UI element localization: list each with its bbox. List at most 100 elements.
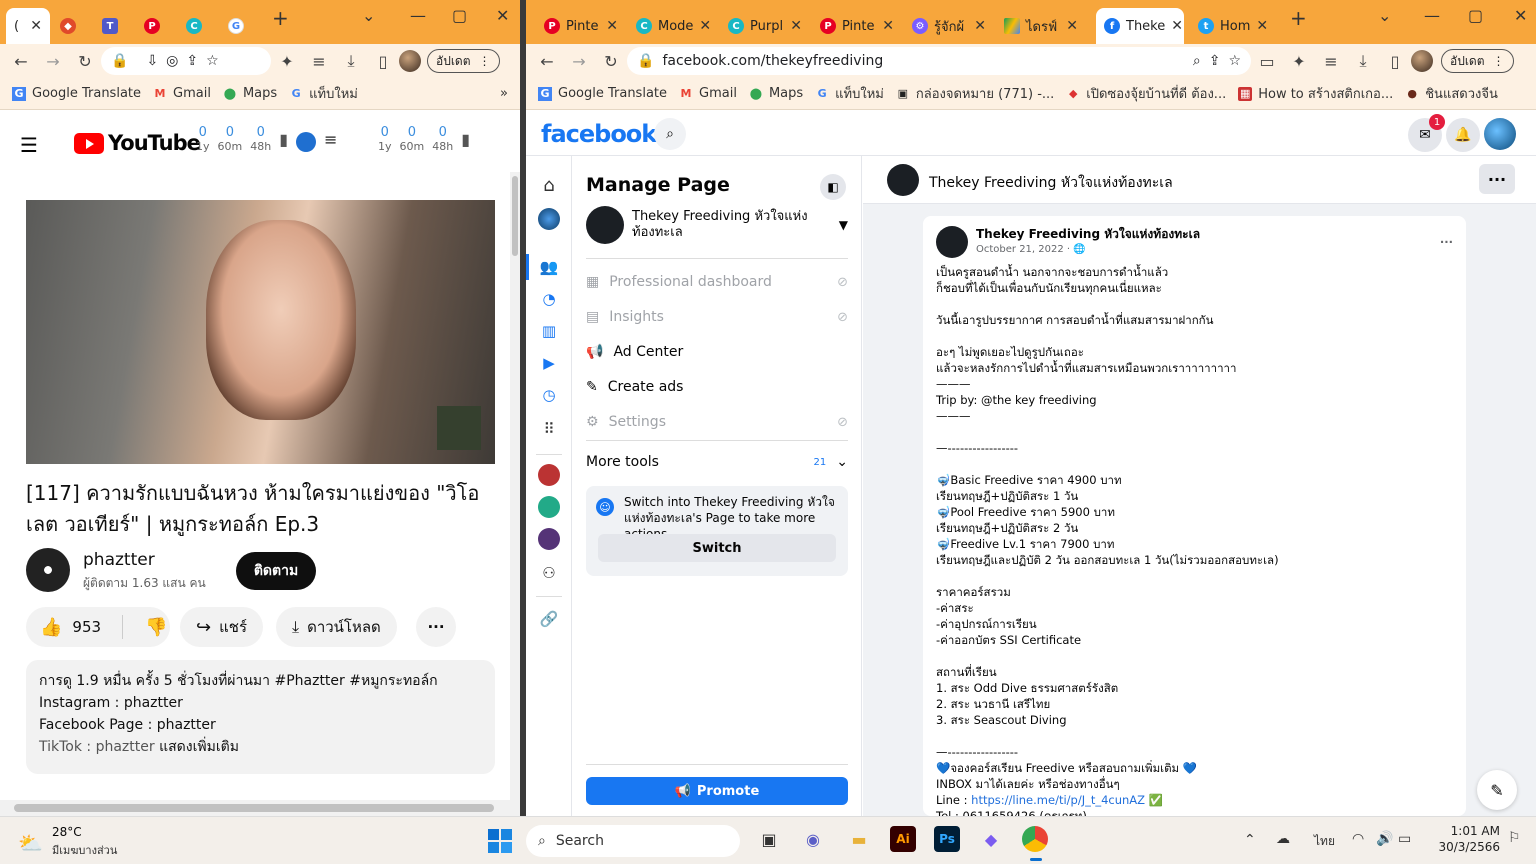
- stats-widget-a[interactable]: 0 1y 0 60m 0 48h ▮ ≡: [196, 126, 337, 154]
- page-more-button[interactable]: ···: [1479, 164, 1515, 194]
- promote-button[interactable]: 📢 Promote: [586, 777, 848, 805]
- gaming-icon[interactable]: ◔: [538, 288, 560, 310]
- reload-icon[interactable]: ↻: [74, 50, 96, 72]
- extension-icon[interactable]: ▭: [1256, 50, 1278, 72]
- group-avatar[interactable]: [538, 464, 560, 486]
- video-description[interactable]: การดู 1.9 หมื่น ครั้ง 5 ชั่วโมงที่ผ่านมา…: [26, 660, 495, 774]
- hamburger-menu-icon[interactable]: ☰: [20, 133, 38, 157]
- tab[interactable]: P Pinte ✕: [536, 8, 626, 44]
- switch-button[interactable]: Switch: [598, 534, 836, 562]
- tab-active[interactable]: (✕: [6, 8, 50, 44]
- more-tools-toggle[interactable]: More tools 21 ⌄: [586, 454, 848, 470]
- maximize-button[interactable]: ▢: [452, 6, 467, 25]
- clock-icon[interactable]: ◷: [538, 384, 560, 406]
- post-date[interactable]: October 21, 2022 ·: [976, 244, 1073, 255]
- tab[interactable]: ◆: [52, 8, 92, 44]
- new-tab-button[interactable]: +: [272, 6, 289, 30]
- group-avatar[interactable]: [538, 496, 560, 518]
- reading-list-icon[interactable]: ≡: [1320, 50, 1342, 72]
- compose-icon[interactable]: ✎: [1477, 770, 1517, 810]
- language-indicator[interactable]: ไทย: [1314, 832, 1335, 851]
- subscribe-button[interactable]: ติดตาม: [236, 552, 316, 590]
- file-explorer-icon[interactable]: ▬: [846, 826, 872, 852]
- post-options-icon[interactable]: ···: [1440, 234, 1453, 250]
- video-icon[interactable]: ▶: [538, 352, 560, 374]
- groups-icon[interactable]: ⚇: [538, 562, 560, 584]
- download-button[interactable]: ⤓ ดาวน์โหลด: [276, 607, 397, 647]
- close-icon[interactable]: ✕: [30, 18, 42, 34]
- address-bar[interactable]: 🔒 ⇩ ◎ ⇪ ☆: [101, 47, 271, 75]
- bookmark-sticker[interactable]: ▦ How to สร้างสติกเกอ...: [1238, 83, 1393, 104]
- like-button[interactable]: 👍 953: [26, 617, 114, 638]
- close-icon[interactable]: ✕: [1066, 18, 1078, 34]
- facebook-logo[interactable]: facebook: [541, 120, 657, 148]
- close-icon[interactable]: ✕: [1256, 18, 1268, 34]
- grid-icon[interactable]: ⠿: [538, 418, 560, 440]
- tab[interactable]: ⚙ รู้จักผ้ ✕: [904, 8, 994, 44]
- close-icon[interactable]: ✕: [974, 18, 986, 34]
- bookmark-fengshui[interactable]: ◆ เปิดซองจุ้ยบ้านที่ดี ต้อง...: [1066, 83, 1226, 104]
- tab-active[interactable]: f Theke ✕: [1096, 8, 1184, 44]
- bookmark-gmail[interactable]: M Gmail: [153, 86, 211, 101]
- post-author[interactable]: Thekey Freediving หัวใจแห่งท้องทะเล: [976, 226, 1200, 242]
- extensions-icon[interactable]: ✦: [1288, 50, 1310, 72]
- vertical-scrollbar[interactable]: [510, 172, 520, 800]
- bookmark-maps[interactable]: ⬤ Maps: [223, 86, 277, 101]
- post-author-avatar[interactable]: [936, 226, 968, 258]
- chevron-down-icon[interactable]: ⌄: [362, 6, 375, 25]
- line-link[interactable]: https://line.me/ti/p/J_t_4cunAZ: [971, 793, 1145, 807]
- menu-create-ads[interactable]: ✎ Create ads: [586, 379, 848, 395]
- profile-avatar[interactable]: [399, 50, 421, 72]
- install-icon[interactable]: ⇩: [146, 53, 158, 69]
- volume-icon[interactable]: 🔊: [1376, 831, 1393, 847]
- update-button[interactable]: อัปเดต ⋮: [1441, 49, 1514, 73]
- lens-icon[interactable]: ◎: [166, 53, 178, 69]
- tab[interactable]: C: [178, 8, 218, 44]
- tab[interactable]: P Pinte ✕: [812, 8, 902, 44]
- collapse-panel-icon[interactable]: ◧: [820, 174, 846, 200]
- back-icon[interactable]: ←: [10, 50, 32, 72]
- chevron-up-icon[interactable]: ⌃: [1244, 832, 1256, 848]
- link-icon[interactable]: 🔗: [538, 608, 560, 630]
- illustrator-icon[interactable]: Ai: [890, 826, 916, 852]
- temperature[interactable]: 28°C: [52, 825, 82, 839]
- close-icon[interactable]: ✕: [790, 18, 802, 34]
- zoom-icon[interactable]: ⌕: [1193, 53, 1201, 69]
- close-window-button[interactable]: ✕: [496, 6, 509, 25]
- tab[interactable]: G: [220, 8, 260, 44]
- bookmark-inbox[interactable]: ▣ กล่องจดหมาย (771) -...: [896, 83, 1055, 104]
- horizontal-scrollbar[interactable]: [0, 800, 520, 816]
- bookmark-google-translate[interactable]: G Google Translate: [12, 86, 141, 101]
- download-icon[interactable]: ⤓: [1352, 50, 1374, 72]
- store-icon[interactable]: ▥: [538, 320, 560, 342]
- search-icon[interactable]: ⌕: [654, 118, 686, 150]
- bookmark-new-tab[interactable]: G แท็บใหม่: [815, 83, 884, 104]
- address-bar[interactable]: 🔒 facebook.com/thekeyfreediving ⌕ ⇪ ☆: [627, 47, 1251, 75]
- share-icon[interactable]: ⇪: [186, 53, 198, 69]
- taskbar-search[interactable]: ⌕ Search: [526, 825, 740, 857]
- reading-list-icon[interactable]: ≡: [308, 50, 330, 72]
- video-player[interactable]: [26, 200, 495, 464]
- start-icon[interactable]: [488, 829, 512, 853]
- star-icon[interactable]: ☆: [206, 53, 219, 69]
- bookmark-horoscope[interactable]: ● ชินแสดวงจีน: [1405, 83, 1497, 104]
- account-avatar[interactable]: [1484, 118, 1516, 150]
- close-icon[interactable]: ✕: [699, 18, 711, 34]
- back-icon[interactable]: ←: [536, 50, 558, 72]
- tab[interactable]: ไดรฟ์ ✕: [996, 8, 1086, 44]
- notification-bell-icon[interactable]: ⚐: [1508, 830, 1521, 846]
- download-icon[interactable]: ⤓: [340, 50, 362, 72]
- show-more-link[interactable]: แสดงเพิ่มเติม: [159, 739, 239, 755]
- maximize-button[interactable]: ▢: [1468, 6, 1483, 25]
- bookmark-google-translate[interactable]: G Google Translate: [538, 86, 667, 101]
- page-selector[interactable]: Thekey Freediving หัวใจแห่งท้องทะเล ▼: [586, 206, 848, 244]
- app-icon[interactable]: ◆: [978, 826, 1004, 852]
- group-avatar[interactable]: [538, 528, 560, 550]
- forward-icon[interactable]: →: [568, 50, 590, 72]
- people-icon[interactable]: 👥: [538, 256, 560, 278]
- thumbs-down-icon[interactable]: 👎: [131, 617, 167, 638]
- close-icon[interactable]: ✕: [606, 18, 618, 34]
- stats-widget-b[interactable]: 0 1y 0 60m 0 48h ▮: [378, 126, 470, 154]
- wifi-icon[interactable]: ◠: [1352, 831, 1364, 847]
- channel-name[interactable]: phaztter: [83, 550, 155, 570]
